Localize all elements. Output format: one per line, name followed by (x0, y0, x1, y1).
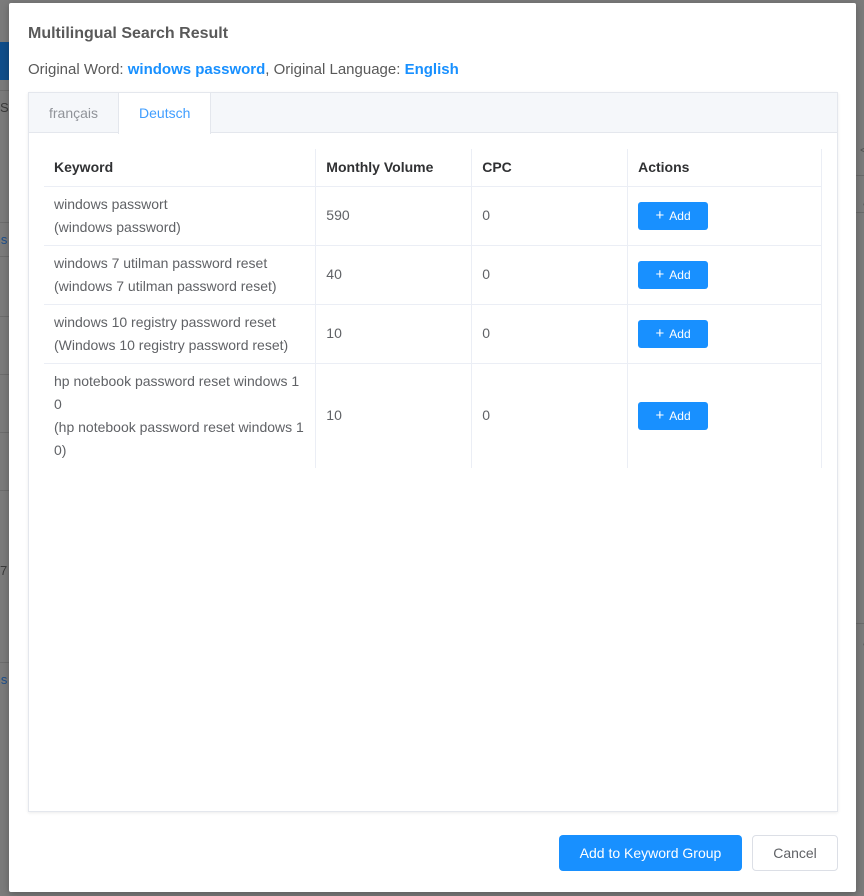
keyword-translation: (windows 7 utilman password reset) (54, 277, 277, 294)
tab-francais[interactable]: français (29, 93, 118, 133)
background-divider (0, 316, 9, 317)
keyword-translation: (windows password) (54, 218, 181, 235)
monthly-volume-cell: 10 (315, 363, 473, 468)
cpc-cell: 0 (471, 304, 629, 364)
actions-cell: + Add (627, 304, 822, 364)
background-divider (0, 374, 9, 375)
monthly-volume-cell: 590 (315, 186, 473, 246)
add-keyword-button[interactable]: + Add (638, 260, 709, 289)
plus-icon: + (655, 207, 665, 224)
background-chevron-fragment: < (859, 143, 864, 157)
original-word-info: Original Word: windows password, Origina… (28, 61, 459, 78)
plus-icon: + (655, 266, 665, 283)
actions-cell: + Add (627, 245, 822, 305)
background-divider (0, 432, 9, 433)
monthly-volume-cell: 10 (315, 304, 473, 364)
background-link-fragment: is (0, 672, 8, 687)
add-label: Add (669, 408, 691, 423)
keyword-translation: (Windows 10 registry password reset) (54, 336, 289, 353)
background-divider (856, 623, 864, 624)
header-cpc[interactable]: CPC (471, 149, 629, 187)
cancel-button[interactable]: Cancel (752, 835, 838, 871)
keyword-text: windows 10 registry password reset (54, 313, 276, 330)
language-tabs-card: français Deutsch Keyword Monthly Volume … (28, 92, 838, 812)
modal-title: Multilingual Search Result (28, 25, 229, 42)
keyword-table: Keyword Monthly Volume CPC Actions windo… (44, 149, 822, 468)
background-text-fragment: S (0, 100, 9, 115)
background-divider (0, 256, 9, 257)
background-divider (0, 90, 9, 91)
actions-cell: + Add (627, 186, 822, 246)
add-label: Add (669, 208, 691, 223)
background-page-left (0, 0, 9, 896)
header-actions: Actions (627, 149, 822, 187)
table-row: windows passwort (windows password) 590 … (44, 186, 822, 246)
table-header-row: Keyword Monthly Volume CPC Actions (44, 149, 822, 187)
keyword-cell: windows passwort (windows password) (44, 186, 317, 246)
tab-deutsch[interactable]: Deutsch (118, 93, 212, 134)
original-language-value: English (404, 61, 459, 78)
background-divider (0, 222, 9, 223)
header-keyword[interactable]: Keyword (44, 149, 317, 187)
plus-icon: + (655, 407, 665, 424)
background-divider (0, 490, 9, 491)
background-link-fragment: is (0, 232, 8, 247)
original-word-value: windows password (127, 61, 266, 78)
cpc-cell: 0 (471, 245, 629, 305)
add-label: Add (669, 267, 691, 282)
add-to-keyword-group-button[interactable]: Add to Keyword Group (559, 835, 742, 871)
add-label: Add (669, 326, 691, 341)
background-divider (856, 212, 864, 213)
keyword-text: hp notebook password reset windows 10 (54, 372, 300, 412)
plus-icon: + (655, 325, 665, 342)
keyword-text: windows passwort (54, 195, 168, 212)
background-divider (856, 175, 864, 176)
original-language-label: Original Language: (273, 61, 405, 78)
background-divider (0, 662, 9, 663)
cpc-cell: 0 (471, 363, 629, 468)
add-keyword-button[interactable]: + Add (638, 201, 709, 230)
background-text-fragment: 7 (0, 563, 8, 578)
keyword-cell: windows 7 utilman password reset (window… (44, 245, 317, 305)
multilingual-search-modal: Multilingual Search Result Original Word… (9, 3, 856, 892)
table-row: windows 7 utilman password reset (window… (44, 245, 822, 305)
monthly-volume-cell: 40 (315, 245, 473, 305)
table-row: windows 10 registry password reset (Wind… (44, 304, 822, 364)
add-keyword-button[interactable]: + Add (638, 319, 709, 348)
add-keyword-button[interactable]: + Add (638, 401, 709, 430)
background-header-bar (0, 42, 9, 80)
original-word-label: Original Word: (28, 61, 128, 78)
table-row: hp notebook password reset windows 10 (h… (44, 363, 822, 468)
keyword-cell: hp notebook password reset windows 10 (h… (44, 363, 317, 468)
keyword-cell: windows 10 registry password reset (Wind… (44, 304, 317, 364)
background-page-right (856, 0, 864, 896)
actions-cell: + Add (627, 363, 822, 468)
tab-bar: français Deutsch (29, 93, 837, 134)
separator: , (265, 61, 274, 78)
cpc-cell: 0 (471, 186, 629, 246)
keyword-text: windows 7 utilman password reset (54, 254, 268, 271)
keyword-translation: (hp notebook password reset windows 10) (54, 418, 304, 458)
header-monthly-volume[interactable]: Monthly Volume (315, 149, 473, 187)
